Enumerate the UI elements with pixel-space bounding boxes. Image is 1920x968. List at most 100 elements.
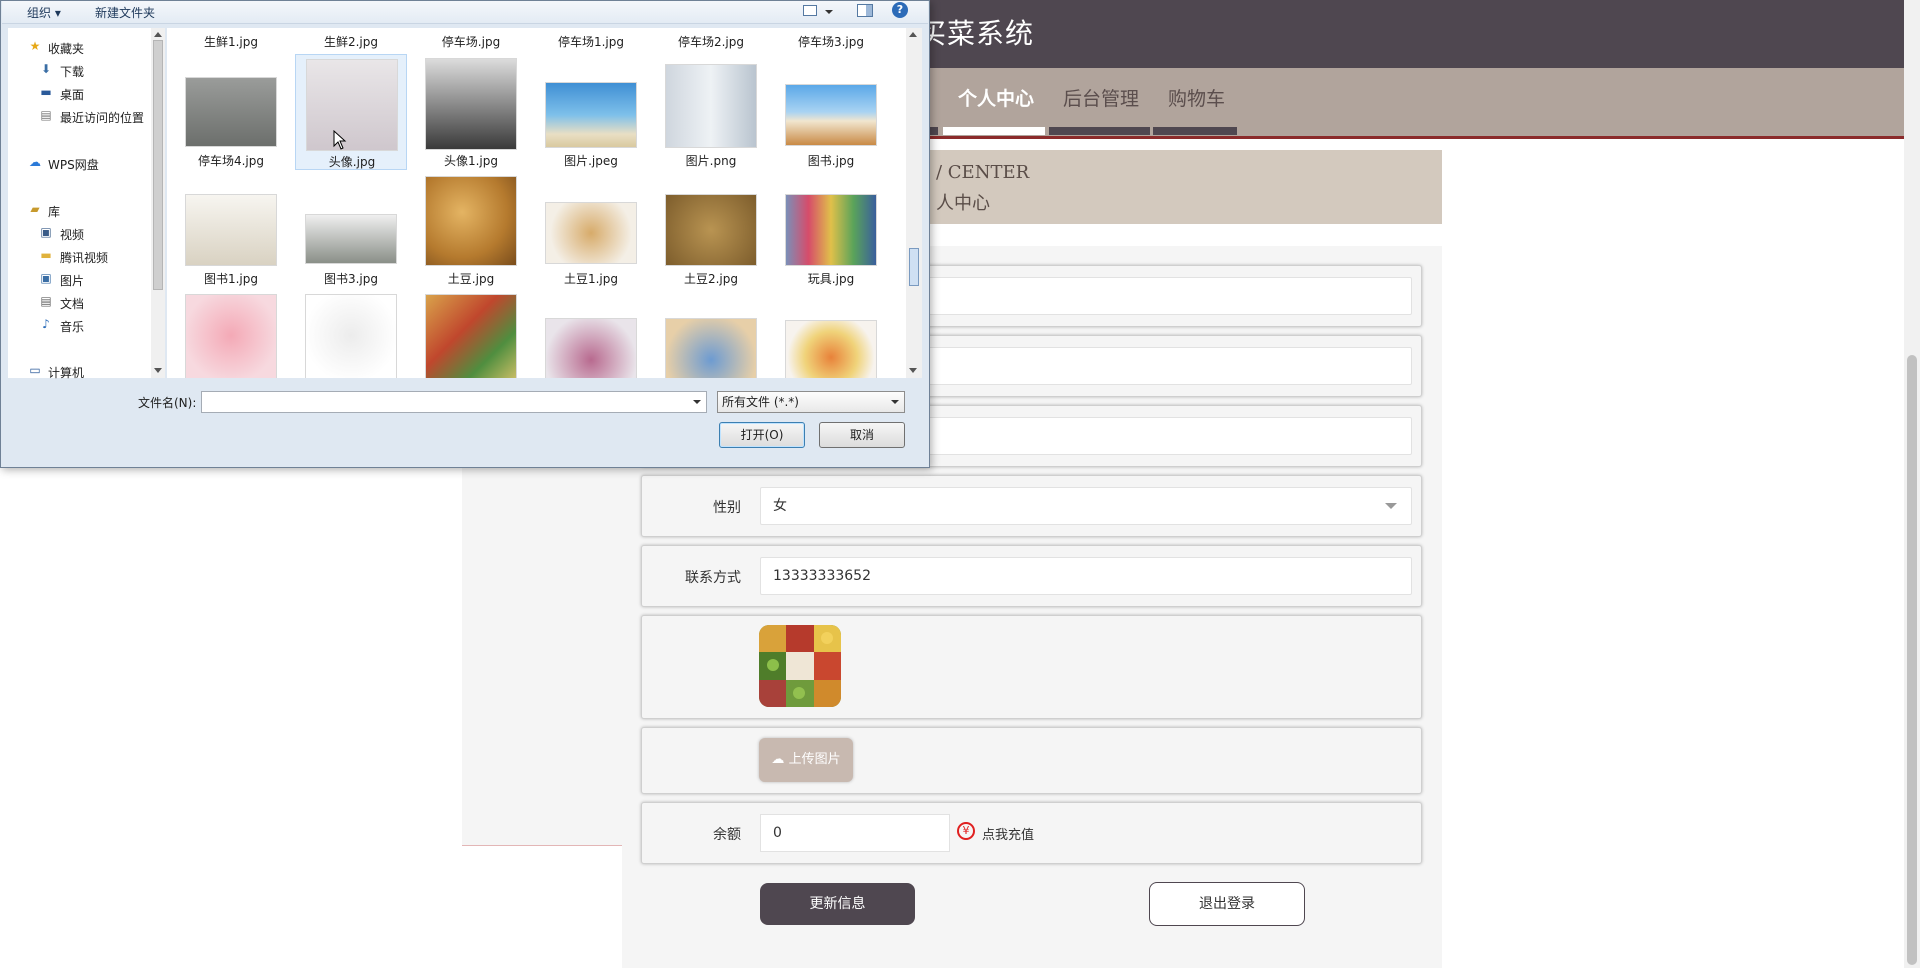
file-item[interactable] [535,290,647,378]
form-row-gender: 性别 女 [641,475,1422,537]
computer-icon: ▭ [29,363,41,377]
file-item[interactable]: 土豆2.jpg [655,172,767,290]
nav-item-admin[interactable]: 后台管理 [1063,84,1139,111]
preview-pane-icon[interactable] [857,4,873,17]
chevron-down-icon [891,400,899,404]
upload-image-button[interactable]: ☁ 上传图片 [759,738,853,782]
cancel-button[interactable]: 取消 [819,422,905,448]
file-grid-scrollbar-thumb[interactable] [909,248,919,286]
nav-label: 腾讯视频 [60,251,109,265]
view-options-icon[interactable] [803,5,817,16]
nav-item-personal-center[interactable]: 个人中心 [958,84,1034,111]
file-thumbnail [185,194,277,266]
file-item[interactable] [655,290,767,378]
nav-label: 视频 [60,228,85,242]
nav-item-cart[interactable]: 购物车 [1168,84,1225,111]
banner-english-title: / CENTER [936,162,1030,183]
file-thumbnail [665,318,757,378]
file-thumbnail [545,202,637,264]
scroll-up-icon[interactable] [909,32,917,37]
document-icon: ▤ [40,294,52,308]
nav-label: WPS网盘 [48,158,99,172]
organize-menu[interactable]: 组织 ▾ [27,4,61,21]
file-item[interactable]: 停车场.jpg [415,28,527,52]
file-thumbnail [306,59,398,151]
balance-input[interactable]: 0 [760,814,950,852]
file-item[interactable]: 图片.jpeg [535,54,647,170]
file-item[interactable]: 玩具.jpg [775,172,887,290]
yuan-icon[interactable]: ¥ [957,822,975,840]
file-name: 停车场3.jpg [797,35,865,49]
file-name: 图书1.jpg [203,272,259,286]
video-icon: ▣ [40,225,52,239]
star-icon: ★ [29,39,41,53]
file-name: 玩具.jpg [807,272,855,286]
download-icon: ⬇ [40,62,52,76]
file-item[interactable]: 头像1.jpg [415,54,527,170]
file-item[interactable]: 停车场3.jpg [775,28,887,52]
file-item[interactable]: 生鲜2.jpg [295,28,407,52]
file-item[interactable]: 图片.png [655,54,767,170]
file-grid-scrollbar[interactable] [906,28,922,378]
file-item[interactable]: 生鲜1.jpg [175,28,287,52]
page-scrollbar[interactable] [1904,0,1920,968]
file-thumbnail [185,77,277,147]
file-thumbnail [785,194,877,266]
chevron-down-icon[interactable] [693,400,701,404]
file-name: 土豆1.jpg [563,272,619,286]
file-thumbnail [305,294,397,378]
file-item[interactable]: 停车场4.jpg [175,54,287,170]
file-item[interactable]: 停车场2.jpg [655,28,767,52]
upload-image-label: 上传图片 [788,752,841,767]
scroll-down-icon[interactable] [154,368,162,373]
nav-label: 音乐 [60,320,85,334]
file-item[interactable]: 停车场1.jpg [535,28,647,52]
file-type-select[interactable]: 所有文件 (*.*) [717,391,905,413]
recharge-link[interactable]: 点我充值 [982,824,1034,843]
update-info-button[interactable]: 更新信息 [760,883,915,925]
file-name: 土豆.jpg [447,272,495,286]
file-item[interactable] [415,290,527,378]
form-row-balance: 余额 0 ¥ 点我充值 [641,802,1422,864]
page-scrollbar-thumb[interactable] [1907,355,1917,965]
file-item[interactable] [175,290,287,378]
scroll-up-icon[interactable] [154,32,162,37]
open-button[interactable]: 打开(O) [719,422,805,448]
file-item[interactable]: 图书1.jpg [175,172,287,290]
file-item[interactable] [775,290,887,378]
file-name: 停车场2.jpg [677,35,745,49]
view-dropdown-chevron-icon[interactable] [825,10,833,14]
file-item[interactable]: 图书3.jpg [295,172,407,290]
file-name: 停车场4.jpg [197,154,265,168]
filename-label: 文件名(N): [138,396,197,410]
picture-icon: ▣ [40,271,52,285]
gender-select[interactable]: 女 [760,487,1412,525]
scroll-down-icon[interactable] [909,368,917,373]
logout-button[interactable]: 退出登录 [1149,882,1305,926]
navigation-scrollbar[interactable] [151,28,165,378]
file-item[interactable]: 土豆.jpg [415,172,527,290]
filename-input[interactable] [201,391,707,413]
avatar-image [759,625,841,707]
chevron-down-icon [1385,503,1397,509]
file-name: 头像.jpg [328,155,376,169]
balance-label: 余额 [713,827,741,843]
file-item[interactable]: 土豆1.jpg [535,172,647,290]
navigation-scrollbar-thumb[interactable] [153,40,163,290]
file-type-value: 所有文件 (*.*) [722,395,799,409]
new-folder-button[interactable]: 新建文件夹 [95,4,155,21]
file-name: 停车场1.jpg [557,35,625,49]
dialog-toolbar: 组织 ▾ 新建文件夹 ? [2,1,928,24]
nav-label: 最近访问的位置 [60,111,145,125]
navigation-pane: ★ 收藏夹 ⬇ 下载 ▬ 桌面 ▤ 最近访问的位置 ☁ WPS网盘 ▰ 库 ▣ … [8,28,158,380]
site-title: 买菜系统 [918,17,1035,50]
help-icon[interactable]: ? [892,2,908,18]
nav-label: 文档 [60,297,85,311]
contact-input[interactable]: 13333333652 [760,557,1412,595]
file-item[interactable] [295,290,407,378]
contact-label: 联系方式 [685,570,741,586]
file-item[interactable]: 图书.jpg [775,54,887,170]
file-item-selected[interactable]: 头像.jpg [295,54,407,170]
form-row-contact: 联系方式 13333333652 [641,545,1422,607]
library-icon: ▰ [30,202,40,216]
